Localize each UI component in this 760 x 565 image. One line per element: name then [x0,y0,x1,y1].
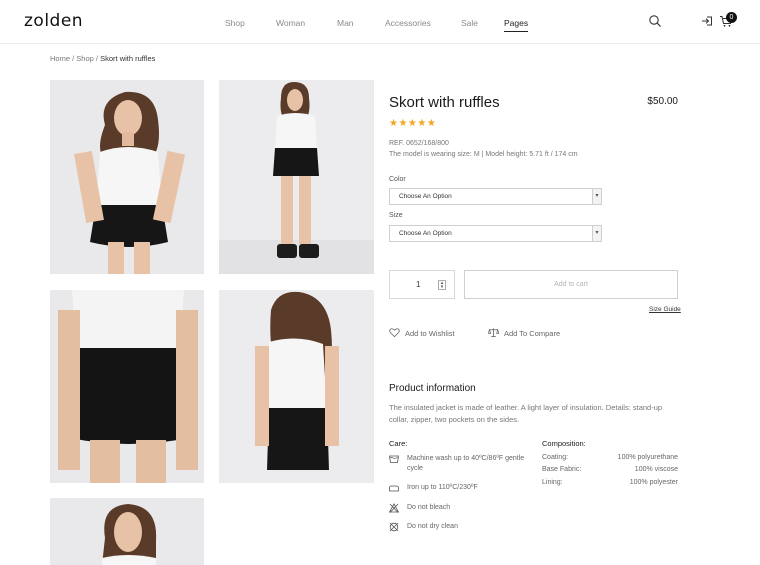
composition-key: Lining: [542,479,563,486]
care-item-label: Do not bleach [407,504,451,511]
care-item-label: Machine wash up to 40ºC/86ºF gentle cycl… [407,455,525,472]
care-item-label: Iron up to 110ºC/230ºF [407,484,478,491]
no-bleach-icon [389,503,399,513]
wishlist-label: Add to Wishlist [405,329,455,338]
add-to-cart-button[interactable]: Add to cart [464,270,678,299]
color-label: Color [389,176,406,183]
main-nav: Shop Woman Man Accessories Sale Pages [0,18,760,34]
iron-icon [389,485,399,492]
breadcrumb-separator: / [95,54,99,63]
no-dry-clean-icon [389,522,399,532]
color-select-value: Choose An Option [399,193,452,200]
product-information-heading: Product information [389,383,476,394]
product-photo-3[interactable] [50,290,204,483]
product-price: $50.00 [647,96,678,107]
breadcrumb-current: Skort with ruffles [100,54,156,63]
breadcrumb: Home / Shop / Skort with ruffles [50,54,155,63]
composition-heading: Composition: [542,439,586,448]
product-photo-5[interactable] [50,498,204,565]
product-title: Skort with ruffles [389,94,500,111]
care-item-label: Do not dry clean [407,523,458,530]
product-photo-2[interactable] [219,80,374,274]
login-icon[interactable] [700,14,714,28]
nav-item-sale[interactable]: Sale [461,18,478,28]
color-select[interactable]: Choose An Option ▾ [389,188,602,205]
nav-item-pages[interactable]: Pages [504,18,529,32]
product-photo-4[interactable] [219,290,374,483]
size-label: Size [389,212,403,219]
composition-key: Coating: [542,454,569,461]
rating-stars: ★★★★★ [389,118,437,129]
quantity-stepper[interactable]: 1 ▴ ▾ [389,270,455,299]
size-select[interactable]: Choose An Option ▾ [389,225,602,242]
model-info: The model is wearing size: M | Model hei… [389,151,578,158]
scale-icon [488,328,499,338]
composition-value: 100% viscose [634,466,678,473]
product-ref: REF. 0652/168/800 [389,140,449,147]
nav-item-accessories[interactable]: Accessories [385,18,431,28]
quantity-value: 1 [416,280,421,289]
chevron-down-icon: ▾ [592,226,601,241]
nav-item-shop[interactable]: Shop [225,18,245,28]
quantity-spin-icon[interactable]: ▴ ▾ [438,280,446,290]
heart-icon [389,328,400,338]
chevron-down-icon: ▾ [592,189,601,204]
add-to-cart-label: Add to cart [554,281,588,288]
breadcrumb-separator: / [72,54,75,63]
composition-value: 100% polyester [629,479,678,486]
product-description: The insulated jacket is made of leather.… [389,403,663,424]
size-select-value: Choose An Option [399,230,452,237]
wash-icon [389,455,399,463]
care-heading: Care: [389,439,408,448]
product-photo-1[interactable] [50,80,204,274]
search-icon[interactable] [648,14,662,28]
cart-count-badge: 0 [726,12,737,23]
nav-item-woman[interactable]: Woman [276,18,305,28]
site-header: zolden Shop Woman Man Accessories Sale P… [0,0,760,44]
size-guide-link[interactable]: Size Guide [649,306,681,313]
composition-key: Base Fabric: [542,466,582,473]
breadcrumb-shop[interactable]: Shop [76,54,94,63]
composition-value: 100% polyurethane [617,454,678,461]
compare-label: Add To Compare [504,329,561,338]
breadcrumb-home[interactable]: Home [50,54,70,63]
nav-item-man[interactable]: Man [337,18,354,28]
